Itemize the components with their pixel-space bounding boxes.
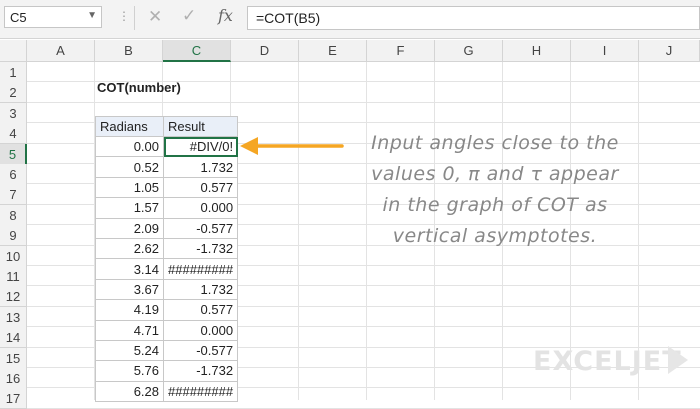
header-result[interactable]: Result [162, 116, 239, 137]
cell-result[interactable]: 1.732 [162, 156, 239, 178]
logo-mark-icon [668, 346, 688, 374]
gridline [298, 62, 299, 400]
cell-radians[interactable]: 2.62 [95, 237, 164, 260]
callout-arrow-icon [240, 137, 344, 155]
column-header-j[interactable]: J [639, 40, 700, 62]
row-header-5[interactable]: 5 [0, 143, 27, 165]
table-row: 6.28 ######### [95, 380, 239, 403]
cell-radians[interactable]: 3.67 [95, 278, 164, 301]
more-options-icon[interactable]: ⋮ [118, 9, 131, 23]
cell-result[interactable]: -1.732 [162, 237, 239, 260]
row-header-1[interactable]: 1 [0, 62, 27, 83]
row-header-4[interactable]: 4 [0, 123, 27, 145]
column-header-c[interactable]: C [163, 40, 231, 62]
callout-line: vertical asymptotes. [392, 225, 598, 247]
column-header-g[interactable]: G [435, 40, 503, 62]
table-row: 0.52 1.732 [95, 156, 239, 178]
select-all-corner[interactable] [0, 40, 27, 62]
cell-result[interactable]: 0.577 [162, 299, 239, 321]
table-row: 1.57 0.000 [95, 197, 239, 219]
row-header-13[interactable]: 13 [0, 306, 27, 328]
name-box[interactable]: C5 ▼ [4, 6, 102, 28]
cell-radians[interactable]: 1.05 [95, 176, 164, 199]
cell-result[interactable]: 0.000 [162, 197, 239, 219]
row-header-8[interactable]: 8 [0, 204, 27, 226]
cell-radians[interactable]: 5.76 [95, 360, 164, 382]
sheet-title: COT(number) [97, 80, 181, 95]
column-header-f[interactable]: F [367, 40, 435, 62]
insert-function-icon[interactable]: fx [218, 6, 233, 25]
cell-result[interactable]: -0.577 [162, 217, 239, 239]
column-header-h[interactable]: H [503, 40, 571, 62]
cell-result[interactable]: 0.000 [162, 319, 239, 341]
table-row: 4.19 0.577 [95, 299, 239, 321]
cell-result[interactable]: 0.577 [162, 176, 239, 199]
formula-input[interactable]: =COT(B5) [247, 6, 700, 30]
callout-line: Input angles close to the [371, 132, 619, 154]
row-header-14[interactable]: 14 [0, 327, 27, 349]
table-row: 3.67 1.732 [95, 278, 239, 301]
cell-radians[interactable]: 5.24 [95, 339, 164, 362]
column-header-a[interactable]: A [27, 40, 95, 62]
table-row: 4.71 0.000 [95, 319, 239, 341]
row-header-11[interactable]: 11 [0, 266, 27, 287]
formula-text: =COT(B5) [256, 10, 321, 26]
row-header-12[interactable]: 12 [0, 286, 27, 308]
table-row: 3.14 ######### [95, 258, 239, 280]
chevron-down-icon[interactable]: ▼ [87, 10, 97, 21]
cell-radians[interactable]: 3.14 [95, 258, 164, 280]
row-header-2[interactable]: 2 [0, 82, 27, 104]
row-header-10[interactable]: 10 [0, 245, 27, 267]
table-row: 5.76 -1.732 [95, 360, 239, 382]
row-header-3[interactable]: 3 [0, 102, 27, 124]
divider [134, 6, 135, 30]
table-row: 1.05 0.577 [95, 176, 239, 199]
cell-result[interactable]: ######### [162, 258, 239, 280]
table-row: 2.09 -0.577 [95, 217, 239, 239]
cell-radians[interactable]: 0.52 [95, 156, 164, 178]
column-header-i[interactable]: I [571, 40, 639, 62]
exceljet-logo: EXCELJET [533, 346, 682, 377]
cell-radians[interactable]: 2.09 [95, 217, 164, 239]
header-radians[interactable]: Radians [95, 116, 164, 137]
table-header-row: Radians Result [95, 116, 239, 137]
cot-table: Radians Result 0.00 #DIV/0! 0.52 1.732 1.05 0… [95, 116, 239, 403]
cell-result[interactable]: -1.732 [162, 360, 239, 382]
column-header-e[interactable]: E [299, 40, 367, 62]
callout-note: Input angles close to the values 0, π an… [360, 128, 630, 252]
name-box-value: C5 [10, 10, 27, 25]
row-header-7[interactable]: 7 [0, 184, 27, 206]
cell-result[interactable]: #DIV/0! [162, 135, 239, 158]
callout-line: values 0, π and τ appear [371, 163, 619, 185]
cell-result[interactable]: ######### [162, 380, 239, 403]
cell-radians[interactable]: 4.19 [95, 299, 164, 321]
row-header-16[interactable]: 16 [0, 368, 27, 389]
row-header-9[interactable]: 9 [0, 225, 27, 247]
row-header-6[interactable]: 6 [0, 164, 27, 185]
table-row: 2.62 -1.732 [95, 237, 239, 260]
row-header-15[interactable]: 15 [0, 347, 27, 369]
column-header-d[interactable]: D [231, 40, 299, 62]
table-row: 5.24 -0.577 [95, 339, 239, 362]
callout-line: in the graph of COT as [382, 194, 608, 216]
column-header-b[interactable]: B [95, 40, 163, 62]
enter-check-icon[interactable]: ✓ [182, 6, 196, 26]
cell-radians[interactable]: 6.28 [95, 380, 164, 403]
cell-radians[interactable]: 4.71 [95, 319, 164, 341]
cell-radians[interactable]: 0.00 [95, 135, 164, 158]
cell-result[interactable]: 1.732 [162, 278, 239, 301]
row-header-17[interactable]: 17 [0, 388, 27, 409]
cancel-icon[interactable]: ✕ [148, 7, 162, 27]
formula-bar: C5 ▼ ⋮ ✕ ✓ fx =COT(B5) [0, 0, 700, 39]
cell-result[interactable]: -0.577 [162, 339, 239, 362]
cell-radians[interactable]: 1.57 [95, 197, 164, 219]
gridline [27, 101, 700, 103]
table-row: 0.00 #DIV/0! [95, 135, 239, 158]
